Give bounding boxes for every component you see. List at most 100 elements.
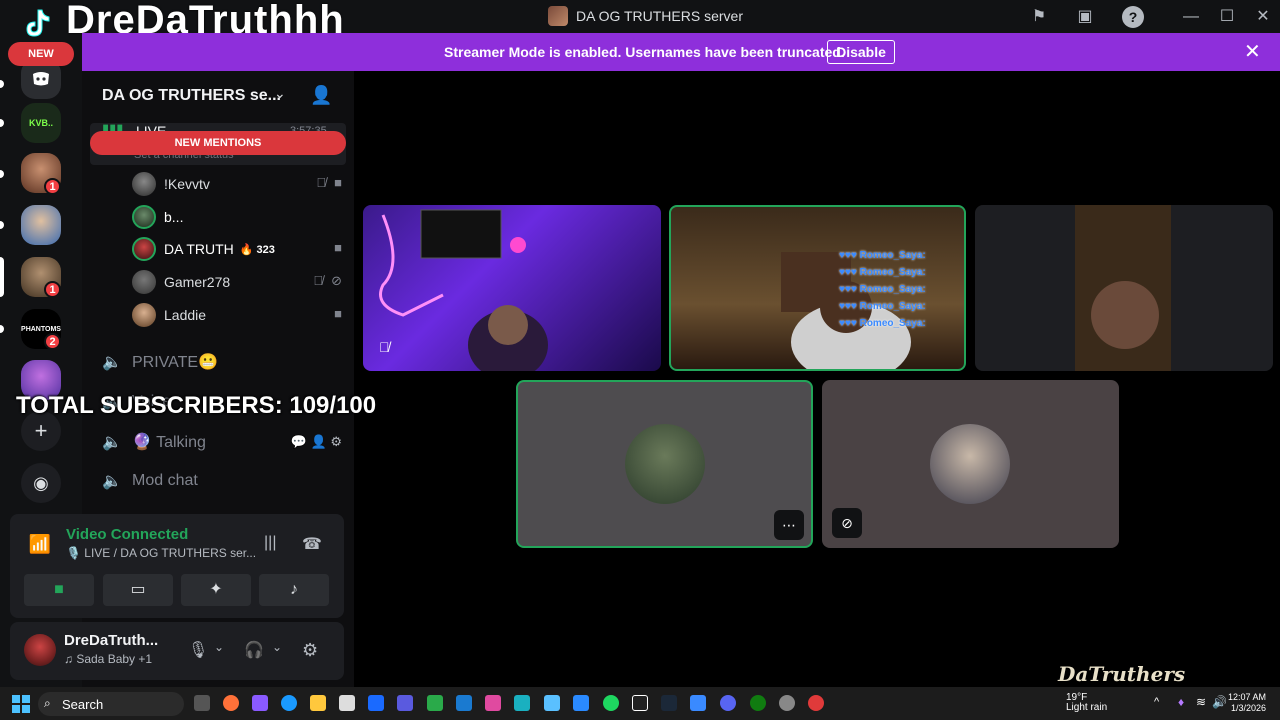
voice-member[interactable]: DA TRUTH 🔥 323 ■ — [132, 236, 342, 262]
invite-icon[interactable]: 👤 — [310, 85, 332, 106]
unread-badge: 2 — [44, 333, 61, 350]
explore-icon[interactable]: ◉ — [21, 463, 61, 503]
weather-widget[interactable]: 19°F Light rain — [1066, 693, 1107, 713]
avatar-tile-speaking[interactable]: ⋯ — [516, 380, 813, 548]
chevron-down-icon: ⌄ — [274, 85, 286, 101]
server-phantoms-label: PHANTOMS — [21, 325, 61, 333]
spotify-icon[interactable] — [603, 695, 619, 711]
video-off-icon[interactable]: ⊘ — [832, 508, 862, 538]
activities-button[interactable]: ✦ — [181, 574, 251, 606]
voice-channel-private[interactable]: 🔈 PRIVATE😬 — [102, 349, 218, 375]
video-icon: ■ — [334, 240, 342, 255]
clock[interactable]: 12:07 AM 1/3/2026 — [1228, 692, 1266, 714]
soundboard-button[interactable]: ♪ — [259, 574, 329, 606]
xbox-icon[interactable] — [750, 695, 766, 711]
app-icon[interactable] — [808, 695, 824, 711]
voice-member[interactable]: !Kevvtv 🎙̸ ■ — [132, 171, 342, 197]
wifi-icon[interactable]: ≋ — [1196, 695, 1206, 709]
steam-icon[interactable] — [661, 695, 677, 711]
app-icon[interactable] — [514, 695, 530, 711]
chevron-up-icon[interactable]: ^ — [1154, 696, 1159, 708]
help-icon[interactable]: ? — [1122, 6, 1144, 28]
epic-games-icon[interactable] — [632, 695, 648, 711]
avatar-tile[interactable]: ⊘ — [822, 380, 1119, 548]
member-name: Laddie — [164, 307, 207, 323]
minimize-icon[interactable]: — — [1180, 6, 1202, 28]
mic-muted-icon: 🎙̸ — [313, 273, 324, 288]
voice-channel-mod-chat[interactable]: 🔈 Mod chat — [102, 468, 198, 494]
disable-button[interactable]: Disable — [827, 40, 895, 64]
voice-member[interactable]: Gamer278 🎙̸ ⊘ — [132, 269, 342, 295]
outlook-icon[interactable] — [368, 695, 384, 711]
server-kvb-label: KVB.. — [28, 118, 53, 128]
more-options-icon[interactable]: ⋯ — [774, 510, 804, 540]
settings-icon[interactable]: ⚙ — [302, 640, 318, 661]
inbox-icon[interactable]: ▣ — [1074, 6, 1096, 28]
chat-line: ♥♥♥ Romeo_Saya: — [839, 267, 926, 278]
task-view-icon[interactable] — [194, 695, 210, 711]
video-tile-speaking[interactable]: ♥♥♥ Romeo_Saya: ♥♥♥ Romeo_Saya: ♥♥♥ Rome… — [669, 205, 966, 371]
datruthers-watermark: DaTruthers — [1058, 662, 1186, 686]
signal-icon[interactable]: 📶 — [24, 528, 56, 560]
server-icon — [548, 6, 568, 26]
voice-connection-panel: 📶 Video Connected 🎙️ LIVE / DA OG TRUTHE… — [10, 514, 344, 618]
voice-channel-talking[interactable]: 🔈 🔮 Talking 💬 👤 ⚙ — [102, 429, 342, 455]
microphone-icon[interactable]: 🎙 — [188, 640, 208, 660]
app-icon[interactable] — [690, 695, 706, 711]
maximize-icon[interactable]: ☐ — [1216, 6, 1238, 28]
copilot-icon[interactable] — [252, 695, 268, 711]
noise-suppression-icon[interactable]: ||| — [264, 534, 276, 552]
teams-icon[interactable] — [397, 695, 413, 711]
windows-start-icon[interactable] — [12, 695, 30, 713]
avatar — [132, 172, 156, 196]
tray-app-icon[interactable]: ♦ — [1178, 695, 1184, 709]
server-header[interactable]: DA OG TRUTHERS se... ⌄ 👤 — [82, 71, 354, 119]
app-icon[interactable] — [485, 695, 501, 711]
mic-muted-icon: 🎙̸ — [379, 339, 390, 355]
app-icon[interactable] — [573, 695, 589, 711]
server-3[interactable] — [21, 205, 61, 245]
chevron-down-icon[interactable]: ⌄ — [272, 640, 282, 654]
search-icon: ⌕ — [44, 696, 51, 710]
avatar[interactable] — [24, 634, 56, 666]
discord-icon[interactable] — [720, 695, 736, 711]
video-frame-person — [1075, 205, 1171, 371]
voice-member[interactable]: b... — [132, 204, 342, 230]
disconnect-icon[interactable]: ☎ — [302, 534, 322, 554]
unread-badge: 1 — [44, 178, 61, 195]
channel-name: 🔮 Talking — [132, 434, 206, 451]
flag-icon[interactable]: ⚑ — [1028, 6, 1050, 28]
server-name: DA OG TRUTHERS se... — [102, 87, 281, 104]
chat-icon[interactable]: 💬 — [291, 434, 307, 449]
avatar — [132, 237, 156, 261]
camera-button[interactable]: ■ — [24, 574, 94, 606]
new-badge[interactable]: NEW — [8, 42, 74, 66]
member-name: DA TRUTH — [164, 241, 234, 257]
close-icon[interactable]: ✕ — [1244, 39, 1261, 64]
taskbar-search[interactable]: ⌕ Search — [38, 692, 184, 716]
app-icon[interactable] — [456, 695, 472, 711]
screen-share-button[interactable]: ▭ — [103, 574, 173, 606]
close-window-icon[interactable]: ✕ — [1252, 6, 1274, 28]
voice-member[interactable]: Laddie ■ — [132, 302, 342, 328]
invite-icon[interactable]: 👤 — [311, 434, 327, 449]
server-kvb[interactable]: KVB.. — [21, 103, 61, 143]
volume-icon[interactable]: 🔊 — [1212, 695, 1227, 709]
file-explorer-icon[interactable] — [310, 695, 326, 711]
app-icon[interactable] — [427, 695, 443, 711]
store-icon[interactable] — [339, 695, 355, 711]
settings-icon[interactable]: ⚙ — [330, 434, 342, 449]
mic-muted-icon: 🎙̸ — [316, 175, 327, 190]
chevron-down-icon[interactable]: ⌄ — [214, 640, 224, 654]
chat-author: Romeo_Saya: — [859, 301, 926, 312]
voice-status-channel[interactable]: 🎙️ LIVE / DA OG TRUTHERS ser... — [66, 546, 256, 560]
photos-icon[interactable] — [544, 695, 560, 711]
chat-line: ♥♥♥ Romeo_Saya: — [839, 301, 926, 312]
headphones-icon[interactable]: 🎧 — [244, 640, 264, 660]
video-tile[interactable] — [975, 205, 1273, 371]
edge-icon[interactable] — [281, 695, 297, 711]
video-tile[interactable]: 🎙̸ — [363, 205, 661, 371]
settings-icon[interactable] — [779, 695, 795, 711]
new-mentions-badge[interactable]: NEW MENTIONS — [90, 131, 346, 155]
firefox-icon[interactable] — [223, 695, 239, 711]
